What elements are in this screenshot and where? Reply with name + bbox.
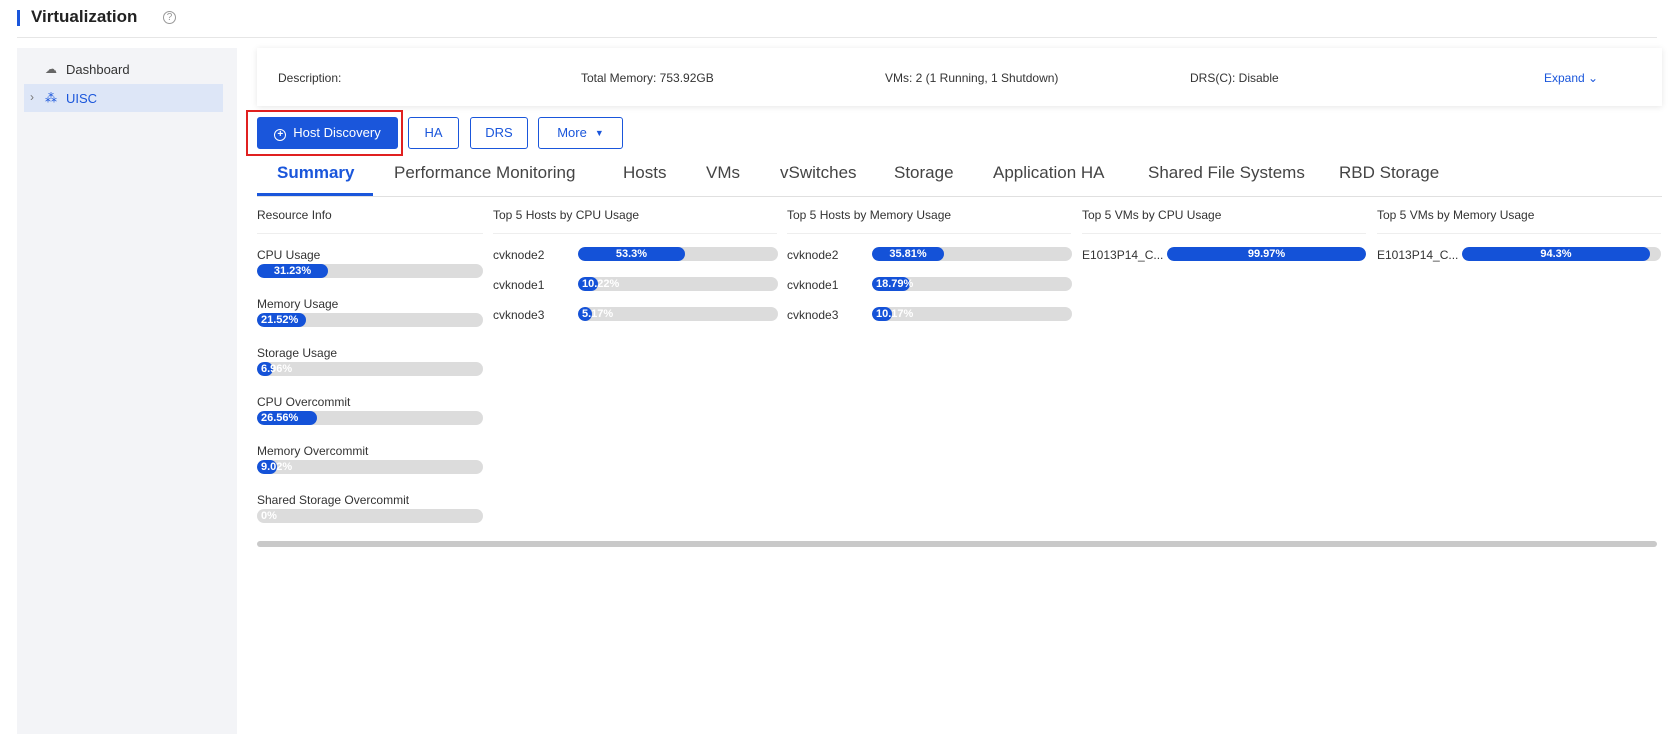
progress-text: 5.17%: [582, 308, 614, 320]
description-label: Description:: [278, 71, 342, 85]
divider: [493, 233, 777, 234]
progress-text: 26.56%: [261, 412, 299, 424]
tab-performance-monitoring[interactable]: Performance Monitoring: [394, 163, 575, 183]
page-title: Virtualization: [31, 7, 138, 26]
progress-text: 99.97%: [1247, 248, 1286, 260]
tab-storage[interactable]: Storage: [894, 163, 954, 183]
progress-bar: 31.23%: [257, 264, 483, 278]
metric-label: CPU Usage: [257, 248, 321, 262]
resource-info-title: Resource Info: [257, 208, 332, 222]
tab-summary[interactable]: Summary: [277, 163, 354, 183]
progress-bar: 10.22%: [578, 277, 778, 291]
sidebar: ☁ Dashboard › ⁂ UISC: [17, 48, 237, 734]
host-discovery-button[interactable]: + Host Discovery: [257, 117, 398, 149]
metric-label: Memory Overcommit: [257, 444, 369, 458]
progress-bar: 10.17%: [872, 307, 1072, 321]
progress-text: 21.52%: [261, 314, 299, 326]
more-dropdown-button[interactable]: More ▼: [538, 117, 623, 149]
progress-bar: 53.3%: [578, 247, 778, 261]
host-name: cvknode2: [493, 248, 545, 262]
divider: [257, 233, 483, 234]
tab-vswitches[interactable]: vSwitches: [780, 163, 857, 183]
host-name: cvknode3: [493, 308, 545, 322]
sidebar-item-dashboard[interactable]: ☁ Dashboard: [24, 55, 223, 83]
vm-count: VMs: 2 (1 Running, 1 Shutdown): [885, 71, 1059, 85]
sidebar-item-uisc[interactable]: › ⁂ UISC: [24, 84, 223, 112]
progress-bar: 6.96%: [257, 362, 483, 376]
divider: [787, 233, 1071, 234]
plus-circle-icon: +: [274, 129, 287, 141]
tab-vms[interactable]: VMs: [706, 163, 740, 183]
ha-button[interactable]: HA: [408, 117, 459, 149]
top-hosts-memory-title: Top 5 Hosts by Memory Usage: [787, 208, 952, 222]
metric-label: Memory Usage: [257, 297, 339, 311]
tab-shared-file-systems[interactable]: Shared File Systems: [1148, 163, 1305, 183]
top-vms-memory-title: Top 5 VMs by Memory Usage: [1377, 208, 1535, 222]
vm-name: E1013P14_C...: [1082, 248, 1164, 262]
tab-application-ha[interactable]: Application HA: [993, 163, 1105, 183]
question-circle-icon[interactable]: ?: [163, 11, 176, 24]
drs-status: DRS(C): Disable: [1190, 71, 1279, 85]
progress-bar: 0%: [257, 509, 483, 523]
page-header: Virtualization ?: [17, 0, 1657, 38]
progress-text: 9.02%: [261, 461, 293, 473]
progress-bar: 99.97%: [1167, 247, 1366, 261]
more-label: More: [557, 125, 587, 140]
progress-text: 10.17%: [876, 308, 914, 320]
top-hosts-cpu-title: Top 5 Hosts by CPU Usage: [493, 208, 640, 222]
metric-label: CPU Overcommit: [257, 395, 351, 409]
progress-bar: 94.3%: [1462, 247, 1661, 261]
progress-bar: 9.02%: [257, 460, 483, 474]
progress-bar: 35.81%: [872, 247, 1072, 261]
progress-text: 6.96%: [261, 363, 293, 375]
host-discovery-label: Host Discovery: [293, 125, 381, 140]
tab-bar: Summary Performance Monitoring Hosts VMs…: [257, 160, 1662, 197]
sidebar-item-label: Dashboard: [66, 62, 130, 77]
expand-label: Expand: [1544, 71, 1585, 85]
progress-text: 31.23%: [273, 265, 312, 277]
progress-bar: 26.56%: [257, 411, 483, 425]
progress-text: 94.3%: [1540, 248, 1572, 260]
progress-bar: 21.52%: [257, 313, 483, 327]
title-accent-bar: [17, 10, 20, 26]
divider: [1377, 233, 1661, 234]
progress-text: 35.81%: [889, 248, 927, 260]
progress-text: 10.22%: [582, 278, 620, 290]
progress-text: 18.79%: [876, 278, 914, 290]
tab-rbd-storage[interactable]: RBD Storage: [1339, 163, 1439, 183]
divider: [1082, 233, 1366, 234]
metric-label: Shared Storage Overcommit: [257, 493, 410, 507]
cloud-icon: ☁: [45, 62, 57, 76]
total-memory: Total Memory: 753.92GB: [581, 71, 714, 85]
caret-down-icon: ▼: [594, 128, 604, 138]
tab-hosts[interactable]: Hosts: [623, 163, 666, 183]
host-name: cvknode1: [787, 278, 839, 292]
host-name: cvknode1: [493, 278, 545, 292]
sidebar-item-label: UISC: [66, 91, 98, 106]
chevron-right-icon[interactable]: ›: [30, 90, 34, 104]
progress-bar: 5.17%: [578, 307, 778, 321]
top-vms-cpu-title: Top 5 VMs by CPU Usage: [1082, 208, 1222, 222]
metric-label: Storage Usage: [257, 346, 338, 360]
cluster-info-card: Description: Total Memory: 753.92GB VMs:…: [257, 48, 1662, 106]
progress-text: 0%: [261, 510, 277, 522]
drs-button[interactable]: DRS: [470, 117, 528, 149]
horizontal-scrollbar[interactable]: [257, 541, 1657, 547]
progress-text: 53.3%: [615, 248, 648, 260]
chevron-down-icon: ⌄: [1588, 71, 1599, 85]
cluster-icon: ⁂: [45, 91, 57, 105]
host-name: cvknode2: [787, 248, 839, 262]
vm-name: E1013P14_C...: [1377, 248, 1459, 262]
host-name: cvknode3: [787, 308, 839, 322]
expand-link[interactable]: Expand ⌄: [1544, 71, 1598, 85]
progress-bar: 18.79%: [872, 277, 1072, 291]
active-tab-indicator: [257, 193, 373, 196]
